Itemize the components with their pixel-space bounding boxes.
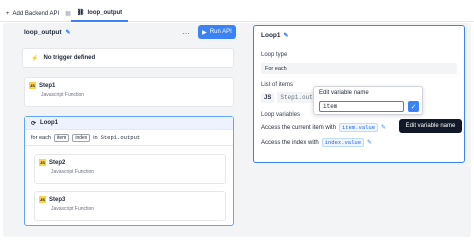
loop-type-label: Loop type <box>261 52 288 58</box>
panel-title: Loop1 ✎ <box>261 32 289 39</box>
pencil-icon[interactable]: ✎ <box>367 139 372 146</box>
add-backend-api-tab[interactable]: + Add Backend API <box>0 6 65 22</box>
step-name: Step2 <box>49 159 66 166</box>
js-icon: JS <box>39 159 46 166</box>
more-options-icon[interactable]: ⋯ <box>182 29 190 38</box>
edit-variable-popover: Edit variable name item ✓ <box>313 86 423 115</box>
trigger-node[interactable]: ⚡ No trigger defined <box>22 48 234 68</box>
tab-loop-output-label: loop_output <box>87 9 123 16</box>
index-chip: index <box>72 133 91 142</box>
confirm-check-icon[interactable]: ✓ <box>408 101 419 112</box>
step-type: Javascript Function <box>51 169 95 175</box>
loop-name: Loop1 <box>40 120 59 126</box>
add-backend-api-label: Add Backend API <box>12 10 60 17</box>
current-item-row: Access the current item with item.value … <box>261 123 386 132</box>
index-variable[interactable]: index.value <box>321 138 365 147</box>
play-icon: ▶ <box>202 29 207 36</box>
flow-title-text: loop_output <box>24 29 62 36</box>
loop-type-select[interactable]: For each <box>261 63 457 74</box>
item-chip: item <box>53 133 70 142</box>
flow-title: loop_output ✎ <box>24 29 71 36</box>
tooltip-label: Edit variable name <box>405 123 456 129</box>
js-icon: JS <box>29 82 36 89</box>
tab-loop-output[interactable]: ⛓ loop_output <box>70 6 129 22</box>
run-api-button[interactable]: ▶ Run API <box>198 25 236 39</box>
plus-icon: + <box>6 10 10 17</box>
step-node-step1[interactable]: JS Step1 Javascript Function <box>24 77 234 107</box>
loop-icon: ⟳ <box>31 120 37 127</box>
pencil-icon[interactable]: ✎ <box>66 29 71 36</box>
tab-bar: + Add Backend API ▦ ⛓ loop_output <box>0 6 474 22</box>
step-type: Javascript Function <box>51 206 95 212</box>
index-label: Access the index with <box>261 139 319 146</box>
current-item-variable[interactable]: item.value <box>339 123 379 132</box>
panel-title-text: Loop1 <box>261 32 281 39</box>
variable-name-input[interactable]: item <box>319 101 404 112</box>
step-name: Step1 <box>39 82 56 89</box>
loop-for-each-row: for each item index in Step1.output <box>25 130 233 146</box>
tooltip: Edit variable name <box>399 119 462 133</box>
link-icon: ⛓ <box>76 10 85 16</box>
step-node-step2[interactable]: JS Step2 Javascript Function <box>34 154 226 184</box>
step-name: Step3 <box>49 196 66 203</box>
trigger-label: No trigger defined <box>43 55 96 61</box>
step-node-step3[interactable]: JS Step3 Javascript Function <box>34 191 226 221</box>
loop-variables-label: Loop variables <box>261 112 301 118</box>
index-row: Access the index with index.value ✎ <box>261 138 372 147</box>
loop-source: Step1.output <box>100 134 141 141</box>
in-label: in <box>93 134 98 141</box>
popover-label: Edit variable name <box>319 90 369 96</box>
for-each-label: for each <box>31 134 51 141</box>
pencil-icon[interactable]: ✎ <box>381 124 386 131</box>
step-type: Javascript Function <box>41 92 85 98</box>
pencil-icon[interactable]: ✎ <box>284 32 289 39</box>
loop-type-value: For each <box>265 65 287 72</box>
current-item-label: Access the current item with <box>261 124 337 131</box>
lightning-icon: ⚡ <box>31 55 39 62</box>
js-icon: JS <box>39 196 46 203</box>
list-items-label: List of items <box>261 82 294 88</box>
js-toggle[interactable]: JS <box>261 92 275 103</box>
run-api-label: Run API <box>209 29 232 35</box>
